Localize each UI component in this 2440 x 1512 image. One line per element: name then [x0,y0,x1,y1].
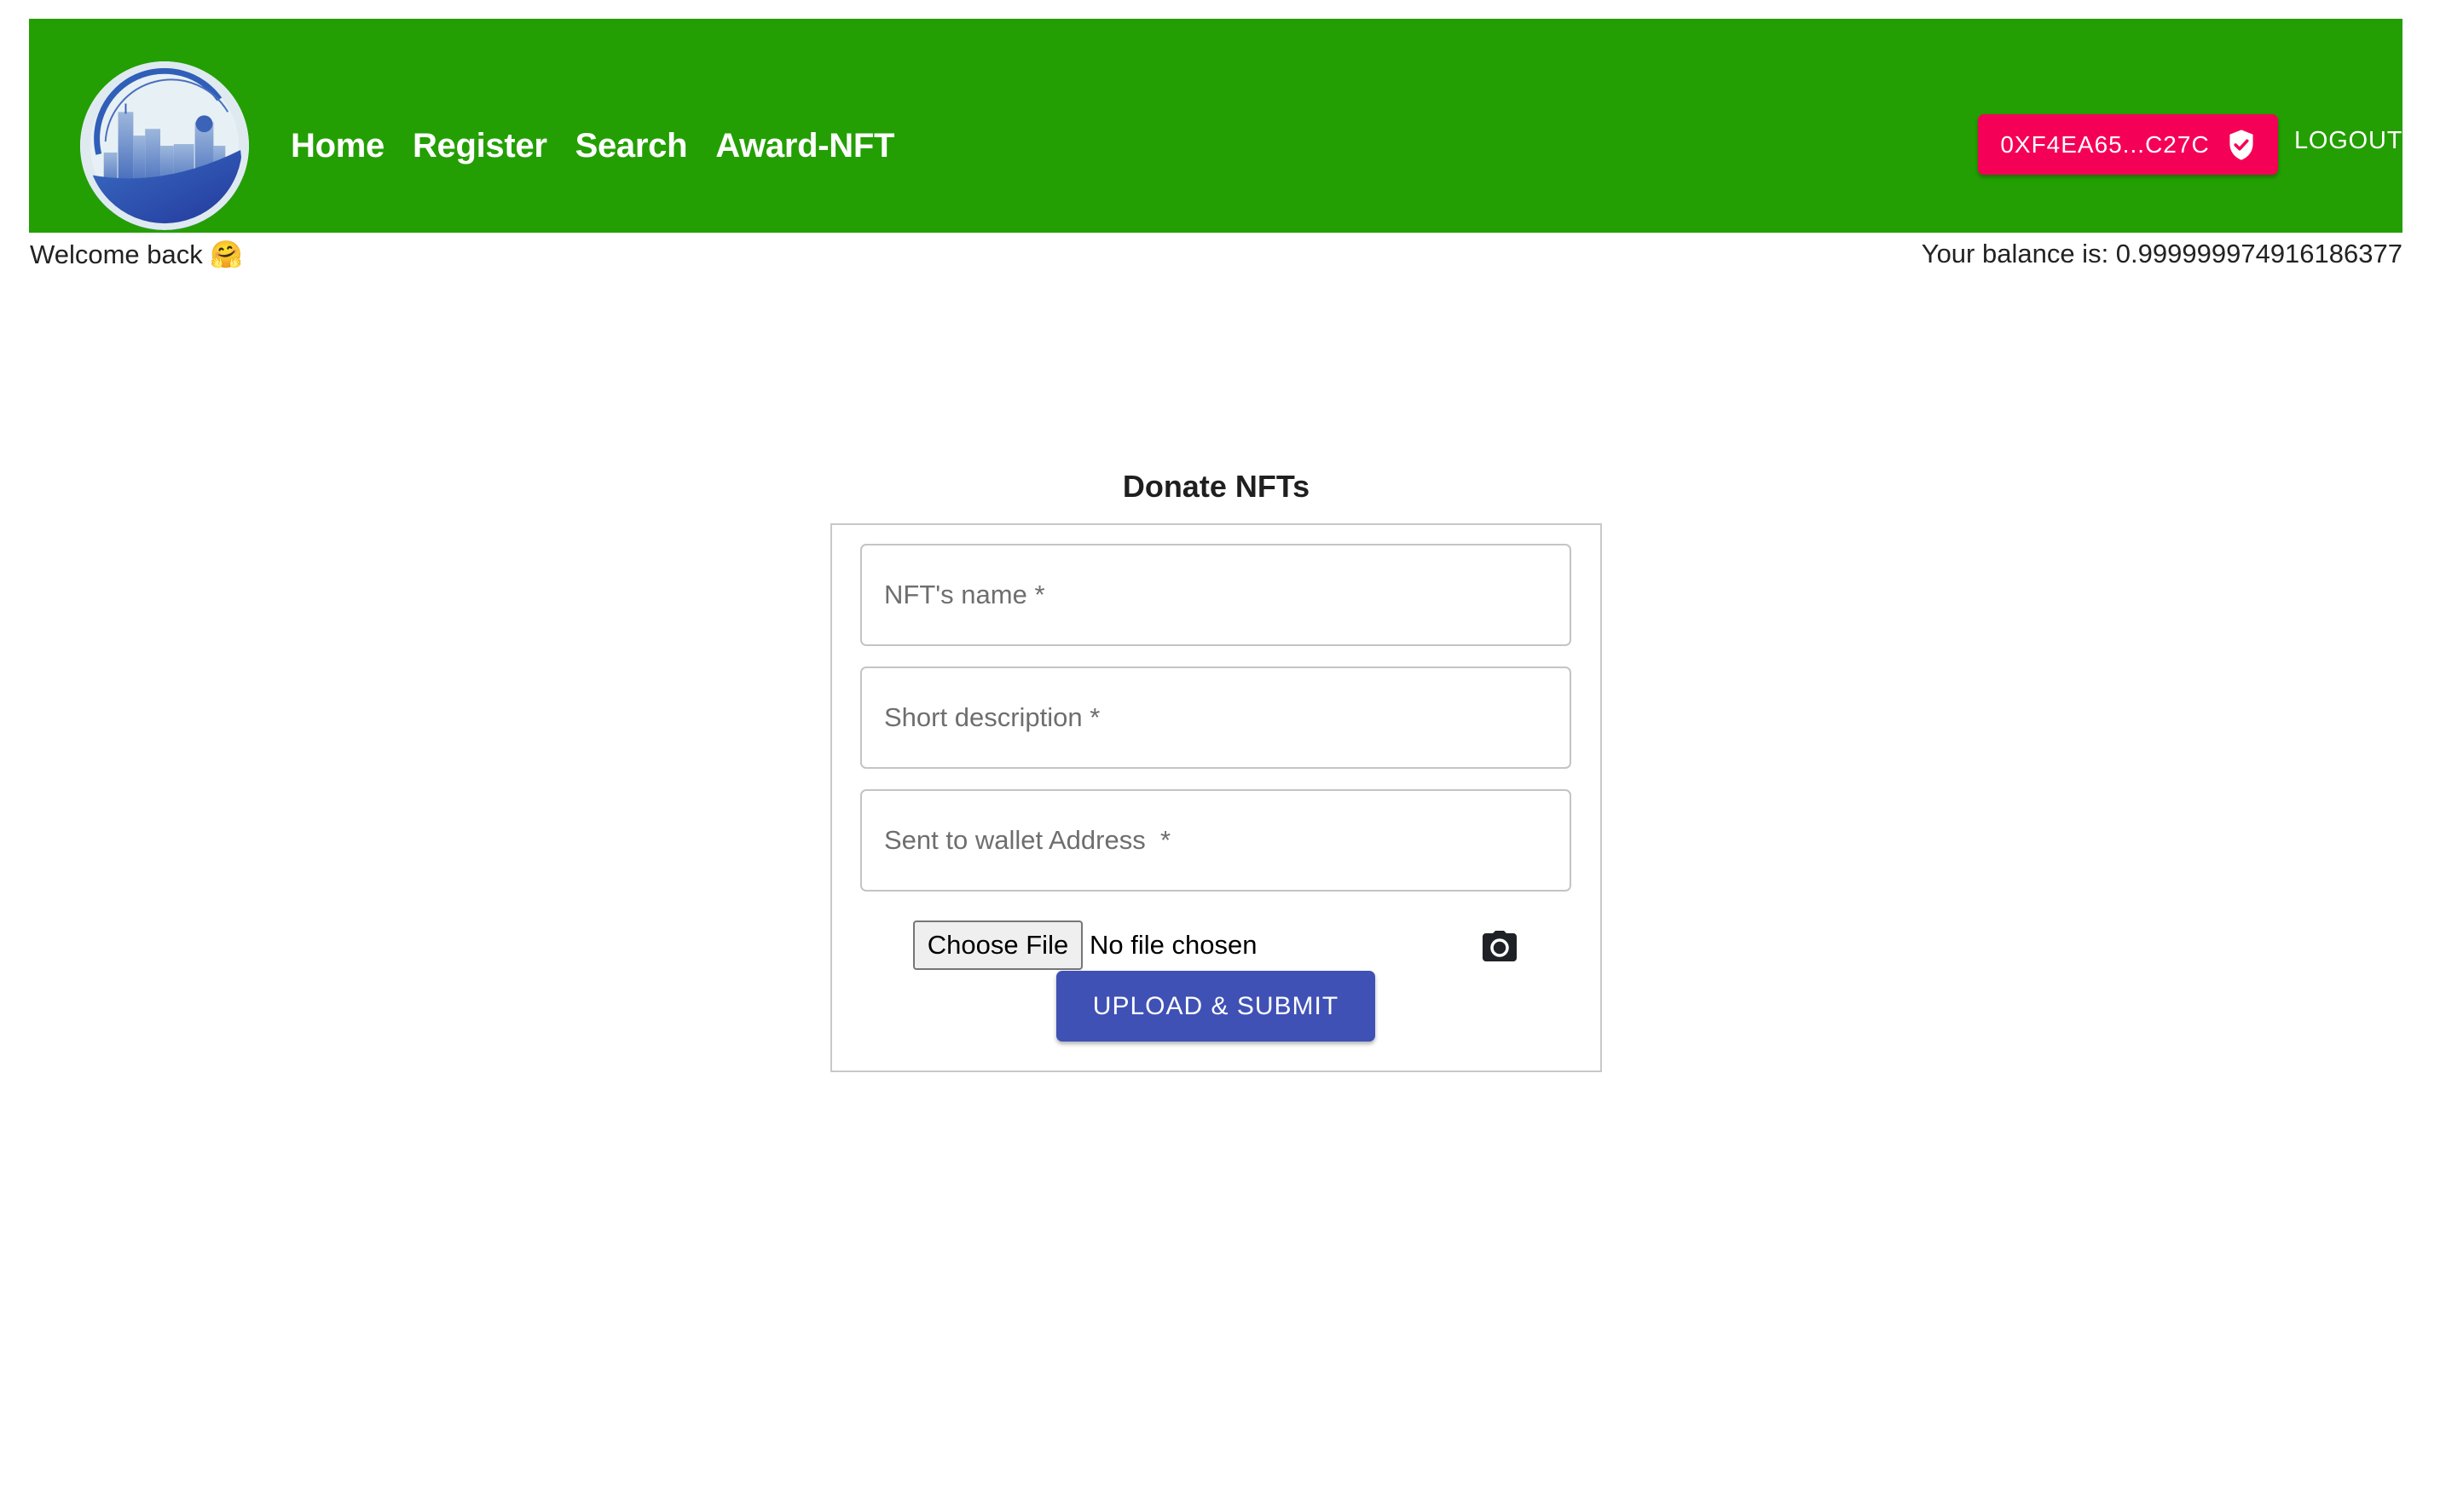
nav-home[interactable]: Home [291,127,385,165]
nav-award-nft[interactable]: Award-NFT [715,127,894,165]
logout-button[interactable]: LOGOUT [2294,127,2402,155]
nft-name-field[interactable] [860,544,1571,646]
wallet-address-input[interactable] [862,825,1570,856]
top-app-bar: Home Register Search Award-NFT 0XF4EA65.… [29,19,2402,233]
short-description-input[interactable] [862,702,1570,733]
file-picker: Choose File No file chosen [913,920,1257,970]
main-nav: Home Register Search Award-NFT [291,123,922,169]
nav-search[interactable]: Search [575,127,688,165]
upload-submit-button[interactable]: UPLOAD & SUBMIT [1056,971,1375,1042]
city-skyline-logo [80,61,249,230]
city-logo-icon[interactable] [80,61,249,230]
donate-nft-form: Choose File No file chosen UPLOAD & SUBM… [830,523,1602,1072]
verified-shield-icon [2227,129,2256,161]
file-status: No file chosen [1090,930,1258,960]
short-description-field[interactable] [860,667,1571,769]
camera-icon[interactable] [1483,931,1517,961]
form-title: Donate NFTs [1122,469,1310,504]
welcome-message: Welcome back 🤗 [30,239,243,269]
wallet-address-button[interactable]: 0XF4EA65...C27C [1978,114,2278,175]
nav-register[interactable]: Register [413,127,547,165]
wallet-address-field[interactable] [860,789,1571,892]
wallet-address-label: 0XF4EA65...C27C [2000,130,2210,158]
balance-readout: Your balance is: 0.999999974916186377 [1921,239,2402,268]
nft-name-input[interactable] [862,580,1570,610]
choose-file-button[interactable]: Choose File [913,920,1083,970]
